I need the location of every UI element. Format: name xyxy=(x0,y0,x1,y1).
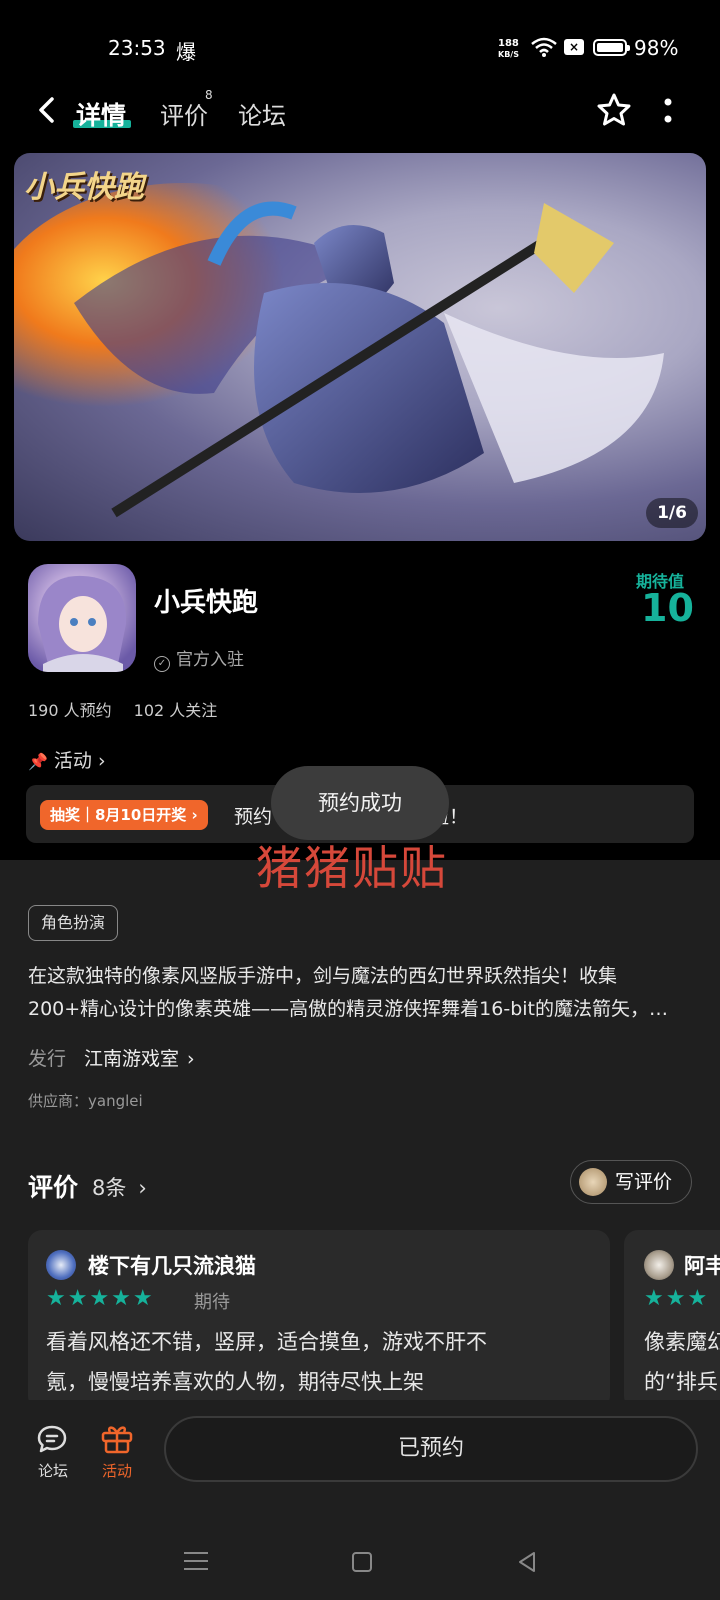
pin-icon: 📌 xyxy=(28,752,48,771)
review-count-badge: 8 xyxy=(205,88,213,102)
check-circle-icon: ✓ xyxy=(154,656,170,672)
net-speed-unit: KB/S xyxy=(498,50,519,59)
tab-reviews[interactable]: 评价 xyxy=(160,96,208,131)
game-description[interactable]: 在这款独特的像素风竖版手游中，剑与魔法的西幻世界跃然指尖！收集 200+精心设计… xyxy=(28,960,692,1026)
reservation-count: 190 人预约 xyxy=(28,701,112,720)
rating-tag: 期待 xyxy=(194,1292,230,1313)
reviews-count: 8条 xyxy=(92,1176,127,1200)
reserved-button[interactable]: 已预约 xyxy=(164,1416,698,1482)
battery-percent: 98% xyxy=(634,36,679,60)
review-text-line-2: 的“排兵 xyxy=(644,1370,718,1394)
follow-count: 102 人关注 xyxy=(133,701,218,720)
no-sim-icon: × xyxy=(564,39,584,55)
activity-header-label: 活动 xyxy=(53,750,92,772)
chevron-right-icon: › xyxy=(97,750,106,772)
favorite-star-icon[interactable] xyxy=(596,92,632,128)
review-text-line-2: 氪，慢慢培养喜欢的人物，期待尽快上架 xyxy=(46,1370,424,1394)
review-text-line-1: 像素魔幻 xyxy=(644,1330,720,1354)
banner-page-counter: 1/6 xyxy=(646,498,698,528)
back-arrow-icon[interactable] xyxy=(34,96,62,124)
system-home-icon[interactable] xyxy=(352,1552,372,1572)
tab-details[interactable]: 详情 xyxy=(76,96,126,132)
game-stats: 190 人预约 102 人关注 xyxy=(28,697,239,721)
reviews-title[interactable]: 评价 xyxy=(28,1168,78,1204)
rating-stars: ★★★★★ xyxy=(46,1286,155,1311)
supplier-info: 供应商：yanglei xyxy=(28,1092,143,1110)
watermark-text: 猪猪贴贴 xyxy=(256,841,448,895)
wifi-icon xyxy=(531,37,557,57)
gift-icon[interactable] xyxy=(100,1422,134,1454)
review-card[interactable]: 阿丰 ★★★ 像素魔幻 的“排兵 xyxy=(624,1230,720,1410)
chevron-right-icon: › xyxy=(187,1048,195,1070)
reviewer-name: 楼下有几只流浪猫 xyxy=(88,1254,256,1278)
system-menu-icon[interactable] xyxy=(184,1552,208,1570)
battery-icon xyxy=(593,39,630,56)
system-back-icon[interactable] xyxy=(516,1550,538,1574)
net-speed: 188 KB/S xyxy=(498,38,519,60)
reviewer-name: 阿丰 xyxy=(684,1254,720,1278)
banner-artwork xyxy=(14,183,664,518)
status-extra-icon: 爆 xyxy=(176,40,196,64)
expectation-value: 10 xyxy=(641,586,694,630)
lottery-badge-label: 抽奖｜8月10日开奖 xyxy=(50,806,187,824)
reviewer-avatar xyxy=(46,1250,76,1280)
tab-forum[interactable]: 论坛 xyxy=(238,96,286,131)
publisher-label: 发行 xyxy=(28,1048,67,1070)
activity-section-link[interactable]: 📌 活动 › xyxy=(28,746,106,773)
activity-tab-label[interactable]: 活动 xyxy=(102,1460,132,1481)
net-speed-value: 188 xyxy=(498,38,519,49)
forum-chat-icon[interactable] xyxy=(36,1424,68,1454)
banner-logo: 小兵快跑 xyxy=(24,170,144,205)
description-line-2: 200+精心设计的像素英雄——高傲的精灵游侠挥舞着16-bit的魔法箭矢，… xyxy=(28,998,669,1020)
toast-message: 预约成功 xyxy=(271,766,449,840)
rating-stars: ★★★ xyxy=(644,1286,710,1311)
official-badge: ✓ 官方入驻 xyxy=(154,645,244,672)
lottery-badge: 抽奖｜8月10日开奖 › xyxy=(40,800,208,830)
write-review-label: 写评价 xyxy=(615,1171,673,1193)
publisher-link[interactable]: 江南游戏室 › xyxy=(84,1044,195,1071)
chevron-right-icon: › xyxy=(138,1176,147,1200)
more-options-icon[interactable] xyxy=(664,98,672,124)
genre-tag[interactable]: 角色扮演 xyxy=(28,905,119,941)
status-time: 23:53 xyxy=(108,36,166,60)
user-avatar xyxy=(579,1168,607,1196)
reviews-count-link[interactable]: 8条 › xyxy=(92,1172,147,1202)
reviewer-avatar xyxy=(644,1250,674,1280)
game-app-icon xyxy=(28,564,136,672)
review-card[interactable]: 楼下有几只流浪猫 ★★★★★ 期待 看着风格还不错，竖屏，适合摸鱼，游戏不肝不 … xyxy=(28,1230,610,1410)
forum-tab-label[interactable]: 论坛 xyxy=(38,1460,68,1481)
description-line-1: 在这款独特的像素风竖版手游中，剑与魔法的西幻世界跃然指尖！收集 xyxy=(28,965,618,987)
banner-image[interactable] xyxy=(14,153,706,541)
official-label: 官方入驻 xyxy=(176,650,244,670)
game-name: 小兵快跑 xyxy=(154,588,259,618)
review-text-line-1: 看着风格还不错，竖屏，适合摸鱼，游戏不肝不 xyxy=(46,1330,487,1354)
publisher-name: 江南游戏室 xyxy=(84,1048,180,1070)
write-review-button[interactable]: 写评价 xyxy=(570,1160,692,1204)
